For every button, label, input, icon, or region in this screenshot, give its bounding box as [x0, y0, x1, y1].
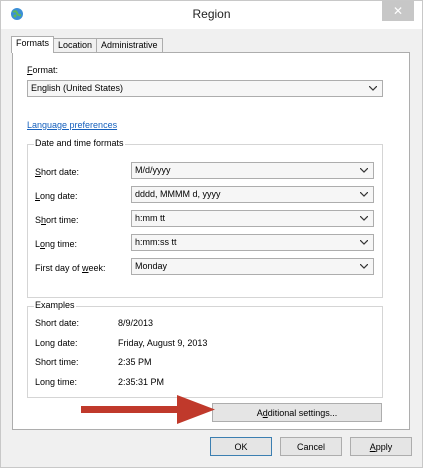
first-day-of-week-select[interactable]: Monday: [131, 258, 374, 275]
short-date-label: Short date:: [35, 167, 80, 177]
chevron-down-icon: [359, 259, 369, 274]
chevron-down-icon: [359, 187, 369, 202]
long-time-select[interactable]: h:mm:ss tt: [131, 234, 374, 251]
red-arrow-annotation: [81, 395, 215, 424]
tab-location[interactable]: Location: [53, 38, 98, 53]
tab-formats[interactable]: Formats: [11, 36, 55, 53]
long-time-label: Long time:: [35, 239, 78, 249]
examples-group-title: Examples: [34, 300, 76, 310]
first-day-of-week-value: Monday: [135, 261, 168, 271]
short-time-label: Short time:: [35, 215, 79, 225]
tab-administrative[interactable]: Administrative: [96, 38, 163, 53]
window-title: Region: [192, 7, 231, 21]
tab-bar: Formats Location Administrative: [11, 36, 163, 53]
additional-settings-label: Additional settings...: [256, 407, 338, 418]
short-time-select[interactable]: h:mm tt: [131, 210, 374, 227]
examples-group: Examples Short date: 8/9/2013 Long date:…: [27, 300, 383, 398]
example-long-time-value: 2:35:31 PM: [118, 377, 165, 387]
apply-button[interactable]: Apply: [350, 437, 412, 456]
first-day-of-week-label: First day of week:: [35, 263, 106, 273]
format-select-value: English (United States): [31, 83, 124, 93]
chevron-down-icon: [359, 211, 369, 226]
close-button[interactable]: ✕: [382, 1, 414, 21]
example-short-date-value: 8/9/2013: [118, 318, 154, 328]
title-bar: Region ✕: [1, 1, 422, 29]
long-date-value: dddd, MMMM d, yyyy: [135, 189, 221, 199]
short-date-value: M/d/yyyy: [135, 165, 171, 175]
formats-panel: Format: English (United States) Language…: [12, 52, 410, 430]
format-label: Format:: [27, 65, 59, 75]
long-date-label: Long date:: [35, 191, 78, 201]
date-time-formats-group: Date and time formats Short date: M/d/yy…: [27, 138, 383, 298]
chevron-down-icon: [359, 163, 369, 178]
chevron-down-icon: [368, 81, 378, 96]
example-short-time-value: 2:35 PM: [118, 357, 152, 367]
example-short-time-label: Short time:: [35, 357, 79, 367]
date-time-group-title: Date and time formats: [34, 138, 125, 148]
example-long-time-label: Long time:: [35, 377, 78, 387]
long-date-select[interactable]: dddd, MMMM d, yyyy: [131, 186, 374, 203]
chevron-down-icon: [359, 235, 369, 250]
long-time-value: h:mm:ss tt: [135, 237, 177, 247]
example-long-date-value: Friday, August 9, 2013: [118, 338, 208, 348]
short-time-value: h:mm tt: [135, 213, 166, 223]
close-icon: ✕: [392, 4, 404, 18]
language-preferences-link[interactable]: Language preferences: [27, 120, 117, 130]
ok-button[interactable]: OK: [210, 437, 272, 456]
short-date-select[interactable]: M/d/yyyy: [131, 162, 374, 179]
cancel-button[interactable]: Cancel: [280, 437, 342, 456]
region-dialog: Region ✕ Formats Location Administrative…: [0, 0, 423, 468]
format-select[interactable]: English (United States): [27, 80, 383, 97]
apply-label: Apply: [369, 441, 393, 452]
example-short-date-label: Short date:: [35, 318, 80, 328]
additional-settings-button[interactable]: Additional settings...: [212, 403, 382, 422]
example-long-date-label: Long date:: [35, 338, 78, 348]
